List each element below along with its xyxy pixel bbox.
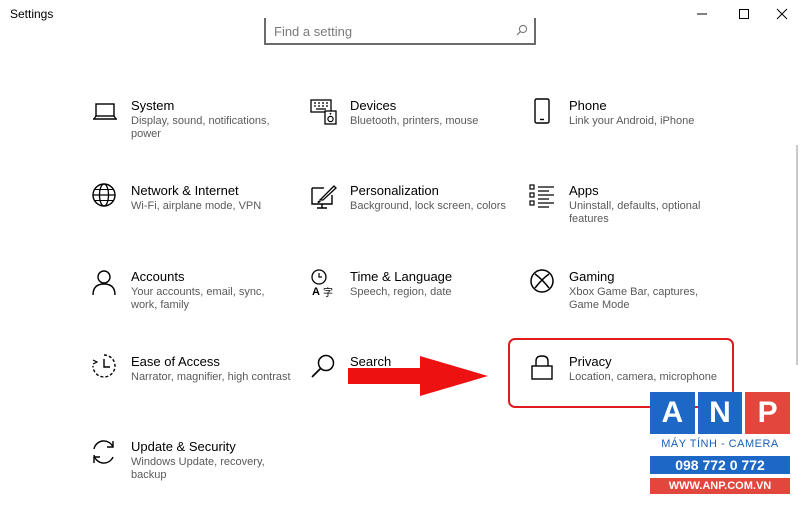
tile-apps[interactable]: Apps Uninstall, defaults, optional featu…	[529, 183, 729, 243]
logo-tagline: MÁY TÍNH - CAMERA	[661, 438, 779, 450]
logo-letters: A N P	[650, 392, 791, 434]
tile-time-language[interactable]: A 字 Time & Language Speech, region, date	[310, 269, 510, 329]
tile-name: Accounts	[131, 269, 185, 284]
tile-personalization[interactable]: Personalization Background, lock screen,…	[310, 183, 510, 243]
tile-name: Phone	[569, 98, 607, 113]
xbox-icon	[530, 269, 554, 293]
tile-gaming[interactable]: Gaming Xbox Game Bar, captures, Game Mod…	[529, 269, 729, 329]
close-icon	[776, 8, 788, 20]
apps-list-icon	[529, 184, 554, 208]
tile-name: Network & Internet	[131, 183, 239, 198]
tile-desc: Wi-Fi, airplane mode, VPN	[131, 200, 262, 212]
paintbrush-icon	[311, 185, 337, 209]
minimize-button[interactable]	[686, 0, 718, 28]
tile-name: Ease of Access	[131, 354, 220, 369]
tile-network[interactable]: Network & Internet Wi-Fi, airplane mode,…	[91, 183, 291, 243]
search-icon	[311, 354, 335, 378]
tile-desc: Display, sound, notifications, power	[131, 115, 270, 140]
globe-icon	[92, 183, 116, 207]
tile-desc: Background, lock screen, colors	[350, 200, 506, 212]
scrollbar[interactable]	[796, 145, 798, 365]
tile-ease-of-access[interactable]: Ease of Access Narrator, magnifier, high…	[91, 354, 291, 414]
svg-text:A: A	[312, 286, 320, 297]
logo-phone: 098 772 0 772	[650, 456, 790, 474]
logo-letter-a: A	[650, 392, 695, 434]
tile-desc: Xbox Game Bar, captures, Game Mode	[569, 286, 699, 311]
svg-text:字: 字	[323, 286, 333, 297]
tile-desc: Uninstall, defaults, optional features	[569, 200, 701, 225]
tile-name: Time & Language	[350, 269, 453, 284]
tile-accounts[interactable]: Accounts Your accounts, email, sync, wor…	[91, 269, 291, 329]
maximize-button[interactable]	[728, 0, 760, 28]
arrow-annotation	[348, 356, 488, 396]
tile-name: Update & Security	[131, 439, 236, 454]
tile-name: Apps	[569, 183, 599, 198]
tile-desc: Windows Update, recovery, backup	[131, 456, 265, 481]
window-title: Settings	[10, 7, 54, 21]
logo-website: WWW.ANP.COM.VN	[650, 478, 790, 494]
laptop-icon	[93, 103, 117, 120]
search-icon	[516, 24, 528, 36]
close-button[interactable]	[766, 0, 798, 28]
tile-name: Gaming	[569, 269, 615, 284]
search-placeholder: Find a setting	[274, 24, 353, 39]
search-input[interactable]: Find a setting	[264, 18, 536, 45]
person-icon	[92, 270, 116, 296]
keyboard-speaker-icon	[310, 99, 337, 125]
tile-name: Personalization	[350, 183, 439, 198]
ease-of-access-icon	[92, 354, 116, 378]
minimize-icon	[697, 13, 707, 15]
time-language-icon: A 字	[311, 269, 333, 297]
tile-desc: Narrator, magnifier, high contrast	[131, 371, 291, 383]
tile-desc: Link your Android, iPhone	[569, 115, 695, 127]
logo-letter-n: N	[697, 392, 743, 434]
tile-desc: Bluetooth, printers, mouse	[350, 115, 479, 127]
tile-name: System	[131, 98, 175, 113]
tile-system[interactable]: System Display, sound, notifications, po…	[91, 98, 291, 158]
tile-desc: Speech, region, date	[350, 286, 452, 298]
update-icon	[93, 440, 114, 464]
phone-icon	[534, 98, 550, 124]
tile-name: Devices	[350, 98, 397, 113]
tile-devices[interactable]: Devices Bluetooth, printers, mouse	[310, 98, 510, 158]
maximize-icon	[739, 9, 749, 19]
tile-desc: Your accounts, email, sync, work, family	[131, 286, 265, 311]
tile-update-security[interactable]: Update & Security Windows Update, recove…	[91, 439, 291, 499]
watermark-logo: A N P MÁY TÍNH - CAMERA 098 772 0 772 WW…	[650, 392, 791, 504]
tile-phone[interactable]: Phone Link your Android, iPhone	[529, 98, 729, 158]
logo-letter-p: P	[745, 392, 791, 434]
